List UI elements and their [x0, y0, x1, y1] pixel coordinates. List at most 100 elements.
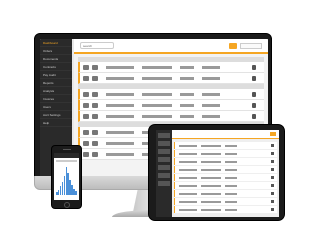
- document-icon: [83, 129, 89, 135]
- sidebar-item[interactable]: Dashboard: [40, 39, 72, 47]
- table-cell: [180, 103, 194, 107]
- table-cell: [225, 152, 237, 155]
- table-row[interactable]: [78, 62, 264, 73]
- document-icon: [83, 113, 89, 119]
- table-cell: [202, 65, 220, 69]
- sidebar-item[interactable]: Users: [40, 103, 72, 111]
- lock-icon[interactable]: [252, 91, 256, 97]
- table-cell: [225, 208, 237, 211]
- document-icon: [83, 75, 89, 81]
- table-cell: [179, 160, 197, 163]
- table-row[interactable]: [78, 111, 264, 122]
- tablet-table-row[interactable]: [174, 150, 277, 157]
- lock-icon[interactable]: [252, 102, 256, 108]
- folder-icon: [92, 140, 98, 146]
- lock-icon[interactable]: [271, 192, 274, 195]
- tablet-sidebar-item[interactable]: [158, 149, 170, 154]
- lock-icon[interactable]: [271, 184, 274, 187]
- table-cell: [142, 76, 172, 80]
- table-row[interactable]: [78, 100, 264, 111]
- tablet-table-row[interactable]: [174, 182, 277, 189]
- table-cell: [201, 184, 221, 187]
- filter-button[interactable]: [229, 42, 237, 49]
- desktop-topbar: search: [74, 39, 268, 54]
- table-cell: [225, 200, 237, 203]
- tablet-action-button[interactable]: [270, 132, 276, 136]
- tablet-table-row[interactable]: [174, 174, 277, 181]
- table-cell: [179, 208, 197, 211]
- lock-icon[interactable]: [252, 113, 256, 119]
- lock-icon[interactable]: [252, 75, 256, 81]
- table-cell: [180, 92, 194, 96]
- table-cell: [202, 92, 220, 96]
- document-icon: [83, 140, 89, 146]
- table-row[interactable]: [78, 89, 264, 100]
- lock-icon[interactable]: [271, 176, 274, 179]
- sidebar-item[interactable]: Orders: [40, 47, 72, 55]
- table-cell: [179, 144, 197, 147]
- tablet-sidebar-item[interactable]: [158, 157, 170, 162]
- tablet-table-row[interactable]: [174, 206, 277, 213]
- tablet-table-row[interactable]: [174, 142, 277, 149]
- sidebar-item[interactable]: Help: [40, 119, 72, 127]
- sidebar-item[interactable]: Acct Settings: [40, 111, 72, 119]
- sidebar-item[interactable]: Invoices: [40, 95, 72, 103]
- phone-home-button[interactable]: [64, 202, 70, 208]
- lock-icon[interactable]: [271, 160, 274, 163]
- document-icon: [83, 151, 89, 157]
- table-cell: [106, 141, 134, 145]
- table-cell: [142, 92, 172, 96]
- phone-header: [54, 153, 79, 158]
- sidebar-item[interactable]: Documents: [40, 55, 72, 63]
- table-cell: [202, 103, 220, 107]
- phone-text-line: [56, 160, 77, 162]
- lock-icon[interactable]: [252, 64, 256, 70]
- tablet-table-row[interactable]: [174, 190, 277, 197]
- table-cell: [106, 65, 134, 69]
- tablet-device: [148, 124, 285, 221]
- sidebar-item[interactable]: Contracts: [40, 63, 72, 71]
- tablet-sidebar-item[interactable]: [158, 133, 170, 138]
- document-icon: [83, 64, 89, 70]
- lock-icon[interactable]: [271, 144, 274, 147]
- table-cell: [179, 152, 197, 155]
- folder-icon: [92, 113, 98, 119]
- table-cell: [180, 65, 194, 69]
- table-cell: [142, 103, 172, 107]
- table-cell: [202, 76, 220, 80]
- folder-icon: [92, 102, 98, 108]
- phone-histogram: [56, 165, 77, 195]
- table-cell: [179, 168, 197, 171]
- histogram-bar: [75, 190, 77, 195]
- table-cell: [202, 114, 220, 118]
- lock-icon[interactable]: [271, 168, 274, 171]
- date-field[interactable]: [240, 42, 262, 49]
- folder-icon: [92, 64, 98, 70]
- folder-icon: [92, 129, 98, 135]
- table-row[interactable]: [78, 73, 264, 84]
- tablet-table-row[interactable]: [174, 158, 277, 165]
- sidebar-item[interactable]: Reports: [40, 79, 72, 87]
- tablet-sidebar-item[interactable]: [158, 165, 170, 170]
- table-cell: [180, 76, 194, 80]
- table-cell: [225, 144, 237, 147]
- table-cell: [179, 192, 197, 195]
- lock-icon[interactable]: [271, 208, 274, 211]
- tablet-sidebar-item[interactable]: [158, 181, 170, 186]
- tablet-table-row[interactable]: [174, 198, 277, 205]
- tablet-sidebar-item[interactable]: [158, 141, 170, 146]
- tablet-sidebar-item[interactable]: [158, 173, 170, 178]
- tablet-table: [174, 142, 277, 214]
- lock-icon[interactable]: [271, 200, 274, 203]
- table-cell: [106, 92, 134, 96]
- search-input[interactable]: search: [80, 42, 114, 49]
- table-cell: [201, 168, 221, 171]
- table-cell: [225, 184, 237, 187]
- lock-icon[interactable]: [271, 152, 274, 155]
- sidebar-item[interactable]: Analysis: [40, 87, 72, 95]
- table-cell: [225, 176, 237, 179]
- tablet-table-row[interactable]: [174, 166, 277, 173]
- document-icon: [83, 91, 89, 97]
- sidebar-item[interactable]: Pay Audit: [40, 71, 72, 79]
- phone-screen: [54, 153, 79, 200]
